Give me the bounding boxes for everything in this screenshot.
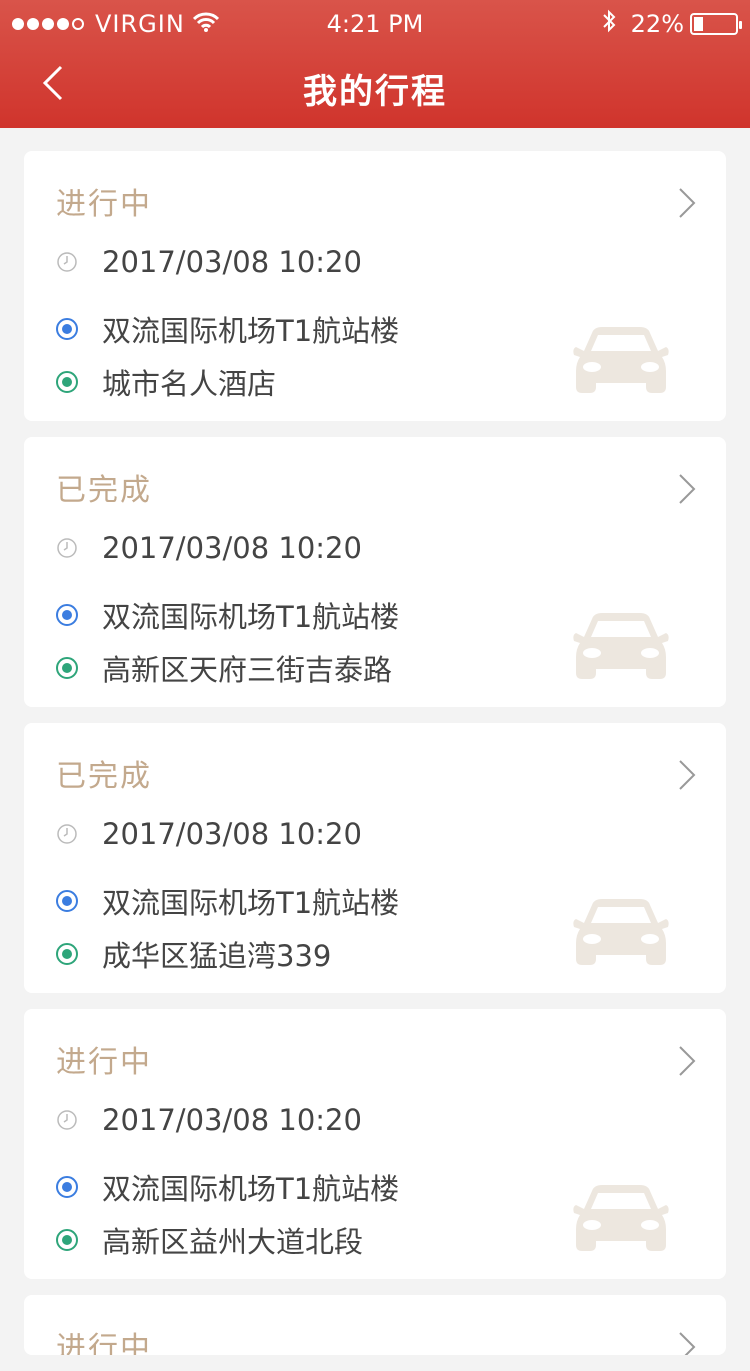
trip-destination: 成华区猛追湾339 xyxy=(102,939,332,973)
trip-card[interactable]: 进行中 2017/03/08 10:20 双流国际机场T1航站楼 高新区益州大道… xyxy=(24,1009,726,1279)
trip-status: 进行中 xyxy=(56,1331,152,1355)
origin-dot-icon xyxy=(56,890,78,912)
trip-status: 进行中 xyxy=(56,1045,152,1080)
destination-dot-icon xyxy=(56,657,78,679)
trip-destination: 城市名人酒店 xyxy=(102,367,277,401)
trip-origin: 双流国际机场T1航站楼 xyxy=(102,1172,400,1206)
trip-card[interactable]: 进行中 xyxy=(24,1295,726,1355)
header: VIRGIN 4:21 PM 22% 我的行程 xyxy=(0,0,750,128)
chevron-right-icon xyxy=(679,760,696,790)
bluetooth-icon xyxy=(601,8,617,40)
trip-origin: 双流国际机场T1航站楼 xyxy=(102,600,400,634)
car-icon xyxy=(573,1185,669,1251)
chevron-right-icon xyxy=(679,188,696,218)
trip-time: 2017/03/08 10:20 xyxy=(102,531,362,565)
trip-list: 进行中 2017/03/08 10:20 双流国际机场T1航站楼 城市名人酒店 … xyxy=(24,151,726,1371)
trip-time: 2017/03/08 10:20 xyxy=(102,817,362,851)
clock-icon xyxy=(57,252,77,272)
battery-percentage: 22% xyxy=(630,10,684,38)
clock-icon xyxy=(57,1110,77,1130)
chevron-right-icon xyxy=(679,474,696,504)
trip-origin: 双流国际机场T1航站楼 xyxy=(102,886,400,920)
car-icon xyxy=(573,613,669,679)
trip-card[interactable]: 进行中 2017/03/08 10:20 双流国际机场T1航站楼 城市名人酒店 xyxy=(24,151,726,421)
trip-card[interactable]: 已完成 2017/03/08 10:20 双流国际机场T1航站楼 成华区猛追湾3… xyxy=(24,723,726,993)
origin-dot-icon xyxy=(56,604,78,626)
trip-card[interactable]: 已完成 2017/03/08 10:20 双流国际机场T1航站楼 高新区天府三街… xyxy=(24,437,726,707)
origin-dot-icon xyxy=(56,318,78,340)
destination-dot-icon xyxy=(56,1229,78,1251)
trip-status: 进行中 xyxy=(56,187,152,222)
trip-destination: 高新区益州大道北段 xyxy=(102,1225,364,1259)
destination-dot-icon xyxy=(56,371,78,393)
status-bar: VIRGIN 4:21 PM 22% xyxy=(0,0,750,48)
origin-dot-icon xyxy=(56,1176,78,1198)
page-title: 我的行程 xyxy=(303,72,447,112)
trip-time: 2017/03/08 10:20 xyxy=(102,1103,362,1137)
car-icon xyxy=(573,899,669,965)
chevron-right-icon xyxy=(679,1046,696,1076)
battery-icon xyxy=(690,13,742,35)
trip-origin: 双流国际机场T1航站楼 xyxy=(102,314,400,348)
trip-status: 已完成 xyxy=(56,759,152,794)
trip-destination: 高新区天府三街吉泰路 xyxy=(102,653,393,687)
battery-level xyxy=(694,17,703,31)
trip-status: 已完成 xyxy=(56,473,152,508)
destination-dot-icon xyxy=(56,943,78,965)
trip-time: 2017/03/08 10:20 xyxy=(102,245,362,279)
chevron-right-icon xyxy=(679,1332,696,1355)
car-icon xyxy=(573,327,669,393)
clock-icon xyxy=(57,538,77,558)
clock-icon xyxy=(57,824,77,844)
